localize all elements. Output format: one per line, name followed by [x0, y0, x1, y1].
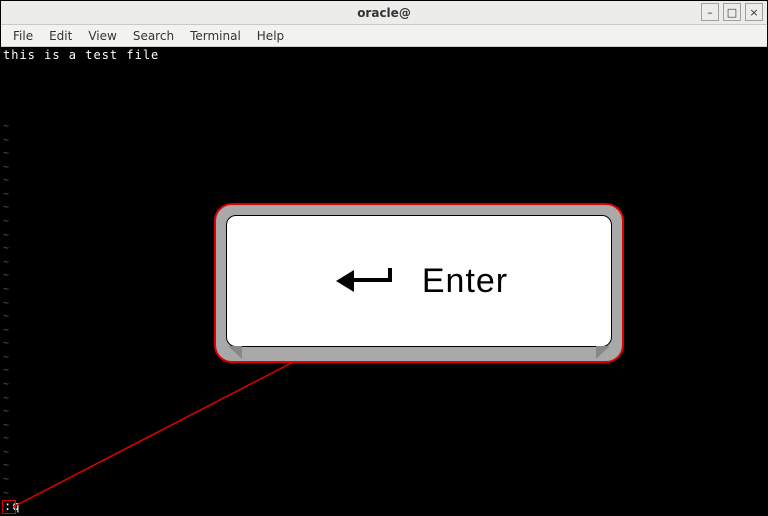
window-controls: – □ ×	[701, 3, 763, 21]
tilde-column: ~~~~~~ ~~~~~~ ~~~~~~ ~~~~~~ ~~~~	[3, 122, 10, 499]
menu-search[interactable]: Search	[125, 27, 182, 45]
menu-view[interactable]: View	[80, 27, 124, 45]
maximize-button[interactable]: □	[723, 3, 741, 21]
enter-key-illustration: Enter	[214, 203, 624, 363]
enter-key-label: Enter	[422, 274, 508, 288]
menubar: File Edit View Search Terminal Help	[1, 25, 767, 47]
close-icon: ×	[749, 7, 758, 18]
vi-command-line: :q	[4, 499, 20, 513]
maximize-icon: □	[727, 7, 737, 18]
window-title: oracle@	[1, 6, 767, 20]
minimize-icon: –	[707, 7, 713, 18]
terminal-window: oracle@ – □ × File Edit View Search Term…	[0, 0, 768, 516]
enter-arrow-icon	[330, 264, 404, 298]
minimize-button[interactable]: –	[701, 3, 719, 21]
file-content-line: this is a test file	[3, 48, 765, 62]
menu-help[interactable]: Help	[249, 27, 292, 45]
menu-terminal[interactable]: Terminal	[182, 27, 249, 45]
menu-edit[interactable]: Edit	[41, 27, 80, 45]
close-button[interactable]: ×	[745, 3, 763, 21]
callout-line	[1, 47, 767, 515]
terminal-area[interactable]: this is a test file ~~~~~~ ~~~~~~ ~~~~~~…	[1, 47, 767, 515]
menu-file[interactable]: File	[5, 27, 41, 45]
titlebar: oracle@ – □ ×	[1, 1, 767, 25]
